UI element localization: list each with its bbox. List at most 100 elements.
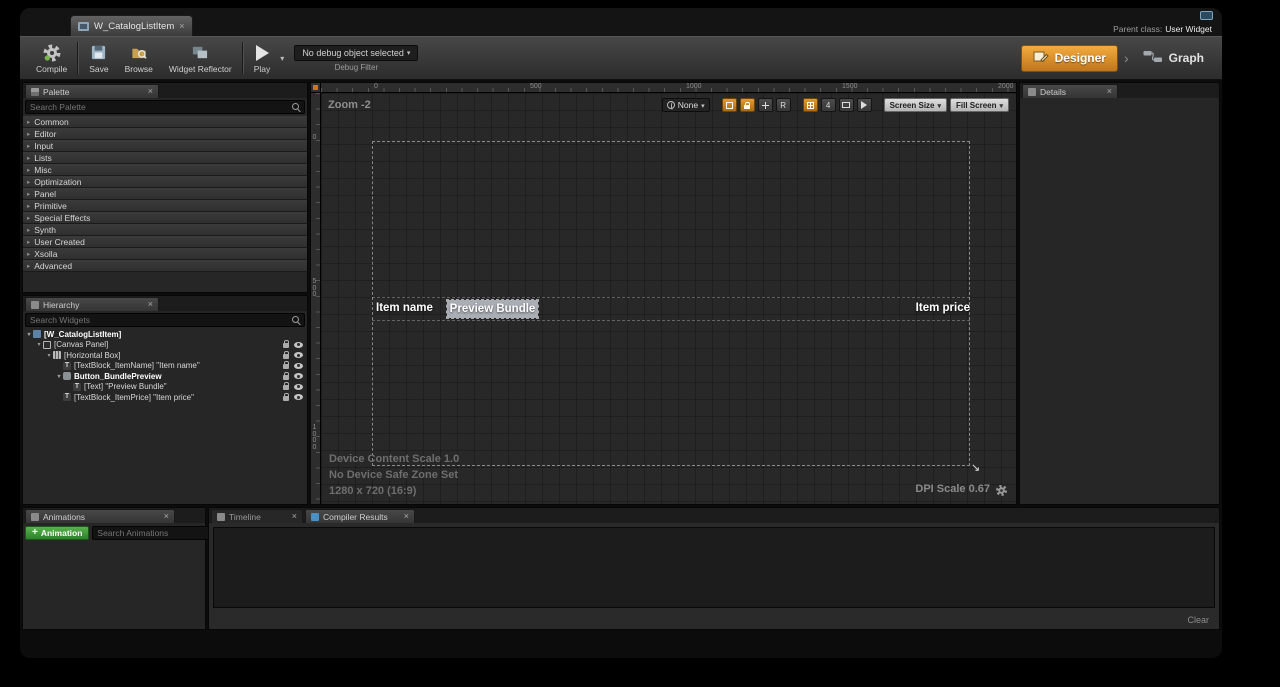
graph-icon bbox=[1143, 50, 1163, 66]
dpi-settings-gear-button[interactable] bbox=[994, 483, 1008, 497]
palette-search-input[interactable] bbox=[30, 102, 289, 112]
palette-title: Palette bbox=[43, 87, 69, 97]
designer-mode-button[interactable]: Designer bbox=[1021, 45, 1118, 72]
compile-button[interactable]: Compile bbox=[28, 37, 75, 79]
translate-mode-button[interactable] bbox=[758, 98, 773, 112]
lock-icon[interactable] bbox=[283, 343, 289, 348]
canvas-itemprice-text[interactable]: Item price bbox=[881, 302, 970, 314]
flip-preview-button[interactable] bbox=[857, 98, 872, 112]
visibility-eye-icon[interactable] bbox=[294, 384, 303, 390]
expander-icon[interactable] bbox=[45, 352, 53, 359]
compiler-results-close-icon[interactable] bbox=[404, 512, 409, 521]
asset-tab[interactable]: W_CatalogListItem bbox=[70, 15, 193, 36]
hierarchy-search-input[interactable] bbox=[30, 315, 289, 325]
visibility-eye-icon[interactable] bbox=[294, 352, 303, 358]
move-icon bbox=[762, 102, 769, 109]
compiler-results-tab[interactable]: Compiler Results bbox=[305, 509, 415, 523]
timeline-close-icon[interactable] bbox=[292, 512, 297, 521]
debug-object-dropdown[interactable]: No debug object selected bbox=[294, 45, 418, 61]
grid-snap-size-button[interactable]: 4 bbox=[821, 98, 836, 112]
animations-close-icon[interactable] bbox=[164, 512, 169, 521]
palette-category[interactable]: Editor bbox=[23, 128, 307, 140]
palette-category[interactable]: Common bbox=[23, 116, 307, 128]
lock-icon[interactable] bbox=[283, 396, 289, 401]
play-icon bbox=[256, 45, 269, 61]
browse-label: Browse bbox=[125, 64, 153, 74]
palette-tab[interactable]: Palette bbox=[25, 84, 159, 98]
animations-icon bbox=[31, 513, 39, 521]
hierarchy-panel: Hierarchy [W_CatalogListItem] [Canvas Pa… bbox=[22, 295, 308, 505]
details-tab[interactable]: Details bbox=[1022, 84, 1118, 98]
animations-tab[interactable]: Animations bbox=[25, 509, 175, 523]
palette-category[interactable]: Lists bbox=[23, 152, 307, 164]
palette-category[interactable]: Synth bbox=[23, 224, 307, 236]
add-animation-button[interactable]: Animation bbox=[25, 526, 89, 540]
palette-category[interactable]: Xsolla bbox=[23, 248, 307, 260]
grid-snap-toggle-button[interactable] bbox=[803, 98, 818, 112]
hierarchy-row-button-bundlepreview[interactable]: Button_BundlePreview bbox=[23, 371, 307, 382]
palette-category[interactable]: Primitive bbox=[23, 200, 307, 212]
hierarchy-row-root[interactable]: [W_CatalogListItem] bbox=[23, 329, 307, 340]
lock-icon[interactable] bbox=[283, 375, 289, 380]
palette-category[interactable]: Misc bbox=[23, 164, 307, 176]
details-title: Details bbox=[1040, 87, 1066, 97]
save-button[interactable]: Save bbox=[81, 37, 116, 79]
tab-close-icon[interactable] bbox=[179, 22, 184, 31]
screen-size-label: Screen Size bbox=[890, 101, 941, 110]
play-button[interactable]: Play bbox=[246, 37, 279, 79]
design-surface[interactable]: Zoom -2 None R 4 Screen Size bbox=[321, 93, 1016, 504]
visibility-eye-icon[interactable] bbox=[294, 342, 303, 348]
hierarchy-row-itemprice[interactable]: [TextBlock_ItemPrice] "Item price" bbox=[23, 392, 307, 403]
outline-toggle-button[interactable] bbox=[722, 98, 737, 112]
timeline-tab[interactable]: Timeline bbox=[211, 509, 303, 523]
palette-category[interactable]: Panel bbox=[23, 188, 307, 200]
preview-background-button[interactable] bbox=[839, 98, 854, 112]
hierarchy-tab[interactable]: Hierarchy bbox=[25, 297, 159, 311]
preview-language-dropdown[interactable]: None bbox=[662, 98, 710, 112]
widget-reflector-button[interactable]: Widget Reflector bbox=[161, 37, 240, 79]
hierarchy-row-canvas-panel[interactable]: [Canvas Panel] bbox=[23, 340, 307, 351]
palette-category[interactable]: Input bbox=[23, 140, 307, 152]
palette-category[interactable]: Optimization bbox=[23, 176, 307, 188]
editor-mode-switch: Designer Graph bbox=[1021, 37, 1214, 79]
visibility-eye-icon[interactable] bbox=[294, 363, 303, 369]
screen-size-dropdown[interactable]: Screen Size bbox=[884, 98, 947, 112]
palette-close-icon[interactable] bbox=[148, 87, 153, 96]
flip-icon bbox=[861, 101, 867, 109]
hierarchy-icon bbox=[31, 301, 39, 309]
browse-button[interactable]: Browse bbox=[117, 37, 161, 79]
resize-handle-icon[interactable] bbox=[971, 461, 980, 474]
globe-icon bbox=[667, 101, 675, 109]
hierarchy-close-icon[interactable] bbox=[148, 300, 153, 309]
clear-log-button[interactable]: Clear bbox=[1187, 615, 1209, 625]
palette-category[interactable]: User Created bbox=[23, 236, 307, 248]
visibility-eye-icon[interactable] bbox=[294, 373, 303, 379]
dpi-scale-label: DPI Scale 0.67 bbox=[915, 483, 990, 495]
lock-icon[interactable] bbox=[283, 364, 289, 369]
palette-header: Palette bbox=[23, 83, 307, 98]
palette-category[interactable]: Advanced bbox=[23, 260, 307, 272]
hierarchy-row-text-preview-bundle[interactable]: [Text] "Preview Bundle" bbox=[23, 382, 307, 393]
expander-icon[interactable] bbox=[55, 373, 63, 380]
expander-icon[interactable] bbox=[25, 331, 33, 338]
lock-icon[interactable] bbox=[283, 385, 289, 390]
details-close-icon[interactable] bbox=[1107, 87, 1112, 96]
compiler-log-area[interactable] bbox=[213, 527, 1215, 608]
hierarchy-row-horizontal-box[interactable]: [Horizontal Box] bbox=[23, 350, 307, 361]
grid-icon bbox=[807, 102, 814, 109]
expander-icon[interactable] bbox=[35, 341, 43, 348]
canvas-preview-bundle-button[interactable]: Preview Bundle bbox=[447, 300, 538, 318]
visibility-eye-icon[interactable] bbox=[294, 394, 303, 400]
play-options-caret-icon[interactable] bbox=[280, 54, 284, 63]
canvas-itemname-text[interactable]: Item name bbox=[376, 302, 433, 314]
graph-mode-button[interactable]: Graph bbox=[1135, 46, 1212, 70]
debug-filter-label: Debug Filter bbox=[335, 63, 379, 72]
lock-icon[interactable] bbox=[283, 354, 289, 359]
palette-category[interactable]: Special Effects bbox=[23, 212, 307, 224]
animations-search-input[interactable] bbox=[97, 528, 208, 538]
lock-widgets-toggle-button[interactable] bbox=[740, 98, 755, 112]
ruler-label: 2000 bbox=[998, 83, 1014, 90]
rotate-mode-button[interactable]: R bbox=[776, 98, 791, 112]
fill-screen-dropdown[interactable]: Fill Screen bbox=[950, 98, 1009, 112]
hierarchy-row-itemname[interactable]: [TextBlock_ItemName] "Item name" bbox=[23, 361, 307, 372]
